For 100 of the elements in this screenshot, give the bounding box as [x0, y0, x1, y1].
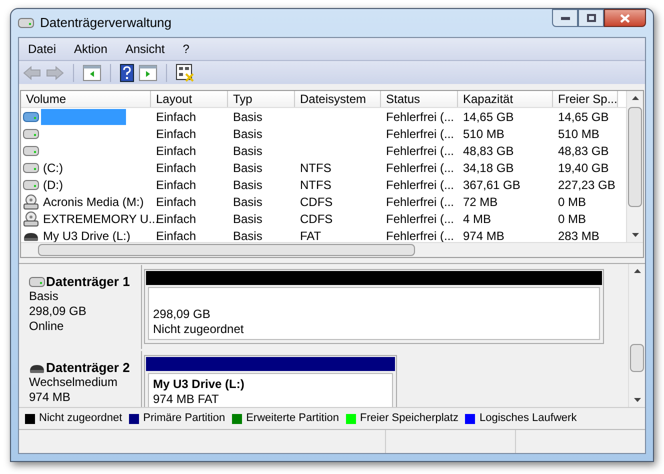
- column-header[interactable]: Typ: [228, 91, 295, 107]
- scroll-thumb[interactable]: [628, 107, 642, 207]
- legend-label: Logisches Laufwerk: [479, 411, 577, 426]
- table-cell: 72 MB: [463, 194, 498, 208]
- disk-info: Online: [29, 319, 65, 334]
- table-cell: 367,61 GB: [463, 178, 520, 192]
- disk-name: Datenträger 1: [46, 274, 130, 289]
- menu-item[interactable]: ?: [182, 40, 190, 58]
- table-cell: 510 MB: [558, 126, 600, 140]
- menu-item[interactable]: Datei: [28, 40, 56, 58]
- window-title: Datenträgerverwaltung: [40, 14, 172, 32]
- table-cell: 14,65 GB: [558, 110, 609, 124]
- table-cell: Basis: [233, 212, 262, 226]
- scroll-thumb[interactable]: [630, 344, 644, 372]
- column-header[interactable]: Layout: [151, 91, 228, 107]
- vertical-scrollbar[interactable]: [626, 91, 643, 242]
- column-header[interactable]: Dateisystem: [295, 91, 381, 107]
- table-cell: Fehlerfrei (...: [386, 110, 454, 124]
- table-cell: 14,65 GB: [463, 110, 514, 124]
- partition-info: Nicht zugeordnet: [153, 322, 245, 337]
- disk-info: 974 MB: [29, 390, 72, 405]
- pane-icon[interactable]: [139, 64, 157, 80]
- partition-block[interactable]: 298,09 GB Nicht zugeordnet: [144, 269, 604, 344]
- table-cell: 48,83 GB: [463, 144, 514, 158]
- table-cell: Basis: [233, 110, 262, 124]
- table-cell: 974 MB: [463, 228, 504, 242]
- hard-drive-icon: [23, 128, 39, 138]
- table-cell-text: (C:): [42, 160, 63, 176]
- table-cell: Fehlerfrei (...: [386, 228, 454, 242]
- column-header[interactable]: Kapazität: [458, 91, 553, 107]
- table-cell: Fehlerfrei (...: [386, 126, 454, 140]
- hard-drive-icon: [23, 162, 39, 172]
- properties-icon[interactable]: [176, 64, 194, 82]
- column-header[interactable]: Freier Sp...: [553, 91, 618, 107]
- table-cell: Fehlerfrei (...: [386, 212, 454, 226]
- table-cell: Einfach: [156, 160, 196, 174]
- disk-info: Wechselmedium: [29, 375, 118, 390]
- table-cell: Fehlerfrei (...: [386, 160, 454, 174]
- table-cell: Basis: [233, 160, 262, 174]
- hard-drive-icon: [23, 180, 39, 190]
- disk-name: Datenträger 2: [46, 360, 130, 375]
- legend-label: Erweiterte Partition: [246, 411, 340, 426]
- table-cell: Fehlerfrei (...: [386, 194, 454, 208]
- menu-item[interactable]: Aktion: [74, 40, 108, 58]
- disk-info: Basis: [29, 289, 60, 304]
- table-cell: 283 MB: [558, 228, 600, 242]
- table-cell: 0 MB: [558, 194, 586, 208]
- close-button[interactable]: [604, 9, 646, 27]
- table-cell: Einfach: [156, 110, 196, 124]
- table-cell: NTFS: [300, 178, 332, 192]
- column-header[interactable]: Status: [381, 91, 458, 107]
- table-cell: 19,40 GB: [558, 160, 609, 174]
- table-cell: 510 MB: [463, 126, 504, 140]
- partition-title: My U3 Drive (L:): [153, 376, 246, 392]
- horizontal-scrollbar[interactable]: [21, 242, 643, 257]
- hard-drive-icon: [23, 112, 39, 122]
- table-cell: NTFS: [300, 160, 332, 174]
- table-cell: Basis: [233, 228, 262, 242]
- table-cell: 0 MB: [558, 212, 586, 226]
- legend-label: Nicht zugeordnet: [39, 411, 122, 426]
- table-cell: 48,83 GB: [558, 144, 609, 158]
- menu-item[interactable]: Ansicht: [125, 40, 165, 58]
- table-cell: 4 MB: [463, 212, 492, 226]
- table-cell: 34,18 GB: [463, 160, 514, 174]
- table-cell-text: My U3 Drive (L:): [42, 228, 130, 242]
- table-cell: Basis: [233, 178, 262, 192]
- hard-drive-icon: [29, 276, 45, 286]
- legend-label: Primäre Partition: [143, 411, 226, 426]
- partition-block[interactable]: My U3 Drive (L:) 974 MB FAT: [144, 355, 397, 407]
- table-cell: Einfach: [156, 212, 196, 226]
- table-cell: CDFS: [300, 212, 333, 226]
- minimize-button[interactable]: [552, 9, 578, 27]
- table-cell: Fehlerfrei (...: [386, 178, 454, 192]
- table-cell-text: Acronis Media (M:): [42, 194, 144, 210]
- table-cell: FAT: [300, 228, 322, 242]
- table-cell: Einfach: [156, 178, 196, 192]
- close-icon: [620, 14, 630, 22]
- table-cell: Fehlerfrei (...: [386, 144, 454, 158]
- column-header[interactable]: Volume: [21, 91, 151, 107]
- table-cell: 227,23 GB: [558, 178, 616, 192]
- table-cell: Einfach: [156, 126, 196, 140]
- partition-info: 298,09 GB: [153, 307, 212, 322]
- table-cell: Einfach: [156, 194, 196, 208]
- table-cell: Einfach: [156, 144, 196, 158]
- legend-label: Freier Speicherplatz: [360, 411, 458, 426]
- cd-drive-icon: [23, 210, 39, 226]
- table-cell-text: (D:): [42, 176, 63, 194]
- table-cell: CDFS: [300, 194, 333, 208]
- table-cell: Einfach: [156, 228, 196, 242]
- cd-drive-icon: [23, 194, 39, 210]
- partition-info: 974 MB FAT: [153, 392, 220, 407]
- help-icon[interactable]: [120, 64, 134, 82]
- disk-info: 298,09 GB: [29, 304, 88, 319]
- scroll-thumb[interactable]: [38, 244, 415, 256]
- maximize-button[interactable]: [578, 9, 604, 27]
- table-cell: Basis: [233, 144, 262, 158]
- pane-icon[interactable]: [83, 64, 101, 80]
- table-cell: Basis: [233, 194, 262, 208]
- vertical-scrollbar[interactable]: [628, 264, 645, 407]
- selected-row-highlight[interactable]: [41, 108, 126, 124]
